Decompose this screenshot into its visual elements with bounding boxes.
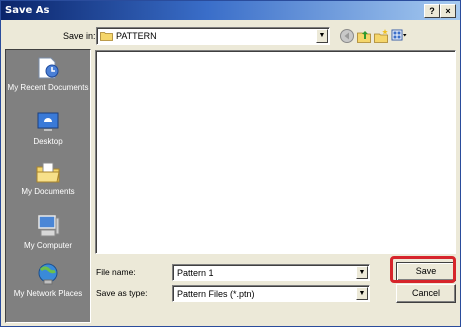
desktop-icon xyxy=(37,112,59,131)
window-title: Save As xyxy=(5,5,50,16)
folder-icon xyxy=(100,32,113,41)
views-menu-icon[interactable] xyxy=(391,28,407,44)
my-computer-icon xyxy=(38,215,60,237)
place-label: My Documents xyxy=(21,187,75,196)
cancel-button[interactable]: Cancel xyxy=(396,284,456,303)
save-as-type-value: Pattern Files (*.ptn) xyxy=(177,289,255,299)
back-icon[interactable] xyxy=(339,28,355,44)
recent-documents-icon xyxy=(38,57,59,79)
close-button[interactable]: × xyxy=(440,4,456,18)
network-places-icon xyxy=(38,263,58,285)
place-my-computer[interactable]: My Computer xyxy=(6,214,90,250)
file-name-value: Pattern 1 xyxy=(177,268,214,278)
new-folder-icon[interactable] xyxy=(373,28,389,44)
chevron-down-icon[interactable]: ▼ xyxy=(316,29,328,43)
title-bar[interactable]: Save As ? × xyxy=(1,1,460,20)
up-folder-icon[interactable] xyxy=(356,28,372,44)
places-bar: My Recent Documents Desktop My Documents xyxy=(5,49,91,323)
chevron-down-icon[interactable]: ▼ xyxy=(356,266,368,279)
save-in-value: PATTERN xyxy=(116,31,157,41)
place-recent-documents[interactable]: My Recent Documents xyxy=(6,56,90,92)
file-list-view[interactable] xyxy=(95,50,456,254)
chevron-down-icon[interactable]: ▼ xyxy=(356,287,368,300)
place-label: Desktop xyxy=(33,137,63,146)
place-desktop[interactable]: Desktop xyxy=(6,110,90,146)
file-name-field[interactable]: Pattern 1 ▼ xyxy=(172,264,370,281)
save-as-dialog: Save As ? × Save in: PATTERN ▼ My Recent… xyxy=(0,0,461,327)
help-button[interactable]: ? xyxy=(424,4,440,18)
save-in-dropdown[interactable]: PATTERN ▼ xyxy=(96,27,330,45)
my-documents-icon xyxy=(36,162,60,183)
save-as-type-dropdown[interactable]: Pattern Files (*.ptn) ▼ xyxy=(172,285,370,302)
place-label: My Computer xyxy=(23,241,72,250)
place-label: My Recent Documents xyxy=(7,83,89,92)
place-network-places[interactable]: My Network Places xyxy=(6,262,90,298)
file-name-label: File name: xyxy=(96,267,136,277)
place-label: My Network Places xyxy=(13,289,83,298)
save-button-highlight xyxy=(390,256,456,283)
save-as-type-label: Save as type: xyxy=(96,288,148,298)
place-my-documents[interactable]: My Documents xyxy=(6,160,90,196)
save-in-label: Save in: xyxy=(63,31,96,41)
